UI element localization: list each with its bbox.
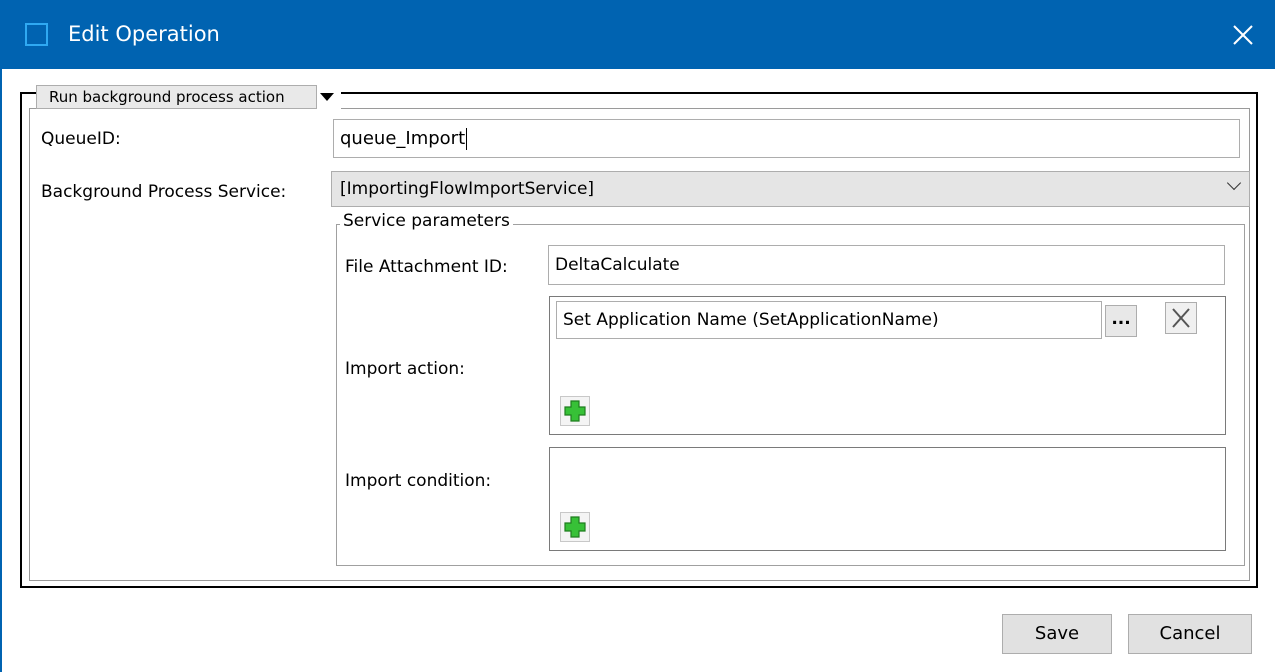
add-plus-icon bbox=[564, 400, 586, 422]
triangle-down-icon bbox=[320, 93, 334, 101]
import-action-label: Import action: bbox=[345, 359, 465, 379]
import-action-item[interactable]: Set Application Name (SetApplicationName… bbox=[556, 301, 1102, 339]
window-icon bbox=[25, 23, 48, 46]
chevron-down-icon bbox=[1226, 175, 1242, 191]
import-condition-panel bbox=[549, 447, 1226, 551]
remove-button[interactable] bbox=[1165, 302, 1197, 334]
close-button[interactable] bbox=[1218, 10, 1268, 60]
import-condition-label: Import condition: bbox=[345, 471, 492, 491]
add-import-condition-button[interactable] bbox=[560, 512, 590, 542]
import-action-panel: Set Application Name (SetApplicationName… bbox=[549, 296, 1226, 435]
service-parameters-caption: Service parameters bbox=[340, 211, 513, 231]
queue-id-value: queue_Import bbox=[340, 128, 466, 149]
window-left-border bbox=[0, 69, 2, 672]
background-service-label: Background Process Service: bbox=[41, 182, 287, 202]
add-import-action-button[interactable] bbox=[560, 396, 590, 426]
save-button[interactable]: Save bbox=[1002, 614, 1112, 654]
file-attachment-value: DeltaCalculate bbox=[555, 255, 680, 275]
browse-button[interactable]: ... bbox=[1105, 305, 1137, 337]
queue-id-input[interactable]: queue_Import bbox=[333, 119, 1240, 158]
file-attachment-input[interactable]: DeltaCalculate bbox=[548, 245, 1225, 285]
file-attachment-label: File Attachment ID: bbox=[345, 257, 508, 277]
cancel-button[interactable]: Cancel bbox=[1128, 614, 1252, 654]
background-service-select[interactable]: [ImportingFlowImportService] bbox=[331, 171, 1250, 207]
window-title: Edit Operation bbox=[68, 22, 220, 46]
add-plus-icon bbox=[564, 516, 586, 538]
remove-x-icon bbox=[1172, 308, 1190, 328]
title-bar: Edit Operation bbox=[0, 0, 1275, 69]
queue-id-label: QueueID: bbox=[41, 129, 121, 149]
close-icon bbox=[1233, 25, 1253, 45]
text-caret bbox=[466, 128, 468, 150]
background-service-value: [ImportingFlowImportService] bbox=[340, 179, 595, 199]
action-type-label: Run background process action bbox=[36, 85, 317, 109]
import-action-item-text: Set Application Name (SetApplicationName… bbox=[563, 310, 939, 330]
action-type-dropdown[interactable]: Run background process action bbox=[36, 84, 341, 110]
